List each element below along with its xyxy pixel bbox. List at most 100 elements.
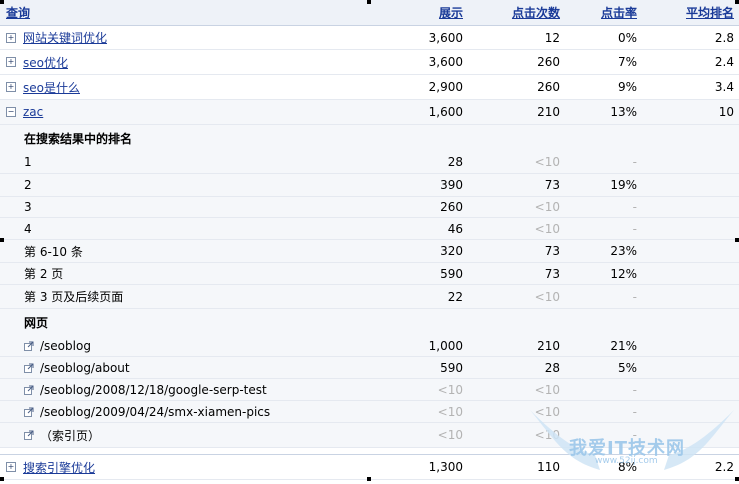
impressions-value: <10 (437, 428, 463, 442)
impressions-value: 1,000 (428, 338, 463, 353)
page-path-label: /seoblog/2009/04/24/smx-xiamen-pics (40, 404, 271, 419)
ctr-value: 5% (617, 360, 637, 375)
ctr-value: - (632, 221, 637, 236)
avg-position-value: 2.4 (714, 55, 734, 69)
impressions-value: 2,900 (428, 80, 463, 94)
avg-position-value: 2.2 (714, 460, 734, 474)
avg-position-value: 2.8 (714, 30, 734, 45)
table-row: 第 3 页及后续页面 22 <10 - (0, 285, 739, 309)
selection-handle-middle-right[interactable] (735, 238, 739, 242)
query-link[interactable]: zac (23, 105, 43, 119)
table-row: + seo优化 3,600 260 7% 2.4 (0, 50, 739, 75)
ctr-value: 21% (610, 338, 637, 353)
table-row: + 网站关键词优化 3,600 12 0% 2.8 (0, 26, 739, 50)
table-row: + seo是什么 2,900 260 9% 3.4 (0, 75, 739, 100)
selection-handle-bottom-left[interactable] (0, 477, 4, 481)
selection-handle-top-right[interactable] (735, 0, 739, 4)
ctr-value: 12% (610, 266, 637, 281)
external-link-icon[interactable] (24, 407, 34, 417)
expand-icon[interactable]: + (6, 82, 16, 92)
ctr-value: - (632, 289, 637, 304)
clicks-value: 73 (544, 266, 560, 281)
impressions-value: <10 (437, 404, 463, 419)
impressions-value: 320 (440, 244, 463, 258)
query-link[interactable]: seo是什么 (23, 79, 80, 96)
ctr-value: 8% (617, 460, 637, 474)
clicks-value: 73 (544, 244, 560, 258)
selection-handle-top-left[interactable] (0, 0, 4, 4)
ctr-value: - (632, 428, 637, 442)
section-title: 网页 (24, 315, 49, 330)
clicks-value: <10 (534, 200, 560, 214)
clicks-value: <10 (534, 221, 560, 236)
clicks-value: <10 (534, 404, 560, 419)
rank-label: 第 6-10 条 (24, 244, 83, 259)
ctr-value: 23% (610, 244, 637, 258)
table-row: 4 46 <10 - (0, 218, 739, 240)
selection-handle-top-center[interactable] (367, 0, 371, 4)
page-path-label: /seoblog/2008/12/18/google-serp-test (40, 382, 267, 397)
avg-position-value: 10 (718, 105, 734, 119)
query-link[interactable]: 搜索引擎优化 (23, 459, 95, 476)
section-ranking-title: 在搜索结果中的排名 (0, 125, 739, 151)
ctr-value: - (632, 200, 637, 214)
external-link-icon[interactable] (24, 363, 34, 373)
rank-label: 1 (24, 155, 32, 169)
rank-label: 第 3 页及后续页面 (24, 290, 124, 304)
column-header-impressions[interactable]: 展示 (439, 4, 463, 21)
column-header-ctr[interactable]: 点击率 (601, 4, 637, 21)
rank-label: 3 (24, 200, 32, 214)
external-link-icon[interactable] (24, 430, 34, 440)
clicks-value: <10 (534, 382, 560, 397)
impressions-value: 590 (440, 266, 463, 281)
query-link[interactable]: 网站关键词优化 (23, 29, 107, 46)
ctr-value: 19% (610, 178, 637, 192)
table-row: 第 2 页 590 73 12% (0, 263, 739, 285)
selection-handle-bottom-right[interactable] (735, 477, 739, 481)
external-link-icon[interactable] (24, 385, 34, 395)
clicks-value: <10 (534, 289, 560, 304)
ctr-value: 0% (617, 30, 637, 45)
collapse-icon[interactable]: − (6, 107, 16, 117)
query-stats-table: 查询 展示 点击次数 点击率 平均排名 + 网站关键词优化 3,600 12 0% 2.8… (0, 0, 739, 480)
selection-handle-bottom-center[interactable] (367, 477, 371, 481)
ctr-value: - (632, 155, 637, 169)
expand-icon[interactable]: + (6, 32, 16, 43)
expand-icon[interactable]: + (6, 462, 16, 472)
table-row: 第 6-10 条 320 73 23% (0, 240, 739, 263)
impressions-value: 260 (440, 200, 463, 214)
clicks-value: <10 (534, 428, 560, 442)
row-spacer (0, 448, 739, 455)
table-row: /seoblog/about 590 28 5% (0, 357, 739, 379)
table-row: /seoblog/2009/04/24/smx-xiamen-pics <10 <1… (0, 401, 739, 423)
impressions-value: 1,600 (428, 105, 463, 119)
table-row: 2 390 73 19% (0, 174, 739, 197)
column-header-clicks[interactable]: 点击次数 (512, 4, 560, 21)
clicks-value: 12 (544, 30, 560, 45)
page-path-label: （索引页） (40, 428, 101, 443)
page-path-label: /seoblog (40, 338, 91, 353)
external-link-icon[interactable] (24, 341, 34, 351)
impressions-value: 3,600 (428, 30, 463, 45)
impressions-value: 390 (440, 178, 463, 192)
clicks-value: <10 (534, 155, 560, 169)
impressions-value: 22 (447, 289, 463, 304)
clicks-value: 260 (537, 80, 560, 94)
impressions-value: 3,600 (428, 55, 463, 69)
table-row: /seoblog 1,000 210 21% (0, 335, 739, 357)
column-header-query[interactable]: 查询 (6, 4, 30, 21)
table-row: − zac 1,600 210 13% 10 (0, 100, 739, 125)
expand-icon[interactable]: + (6, 57, 16, 67)
table-row: 1 28 <10 - (0, 151, 739, 174)
table-row: /seoblog/2008/12/18/google-serp-test <10 <… (0, 379, 739, 401)
selection-handle-middle-left[interactable] (0, 238, 4, 242)
ctr-value: - (632, 404, 637, 419)
section-pages-title: 网页 (0, 309, 739, 335)
clicks-value: 210 (537, 338, 560, 353)
clicks-value: 110 (537, 460, 560, 474)
query-link[interactable]: seo优化 (23, 54, 68, 71)
rank-label: 4 (24, 221, 32, 236)
clicks-value: 73 (544, 178, 560, 192)
column-header-avg-position[interactable]: 平均排名 (686, 4, 734, 21)
table-row: 3 260 <10 - (0, 197, 739, 218)
